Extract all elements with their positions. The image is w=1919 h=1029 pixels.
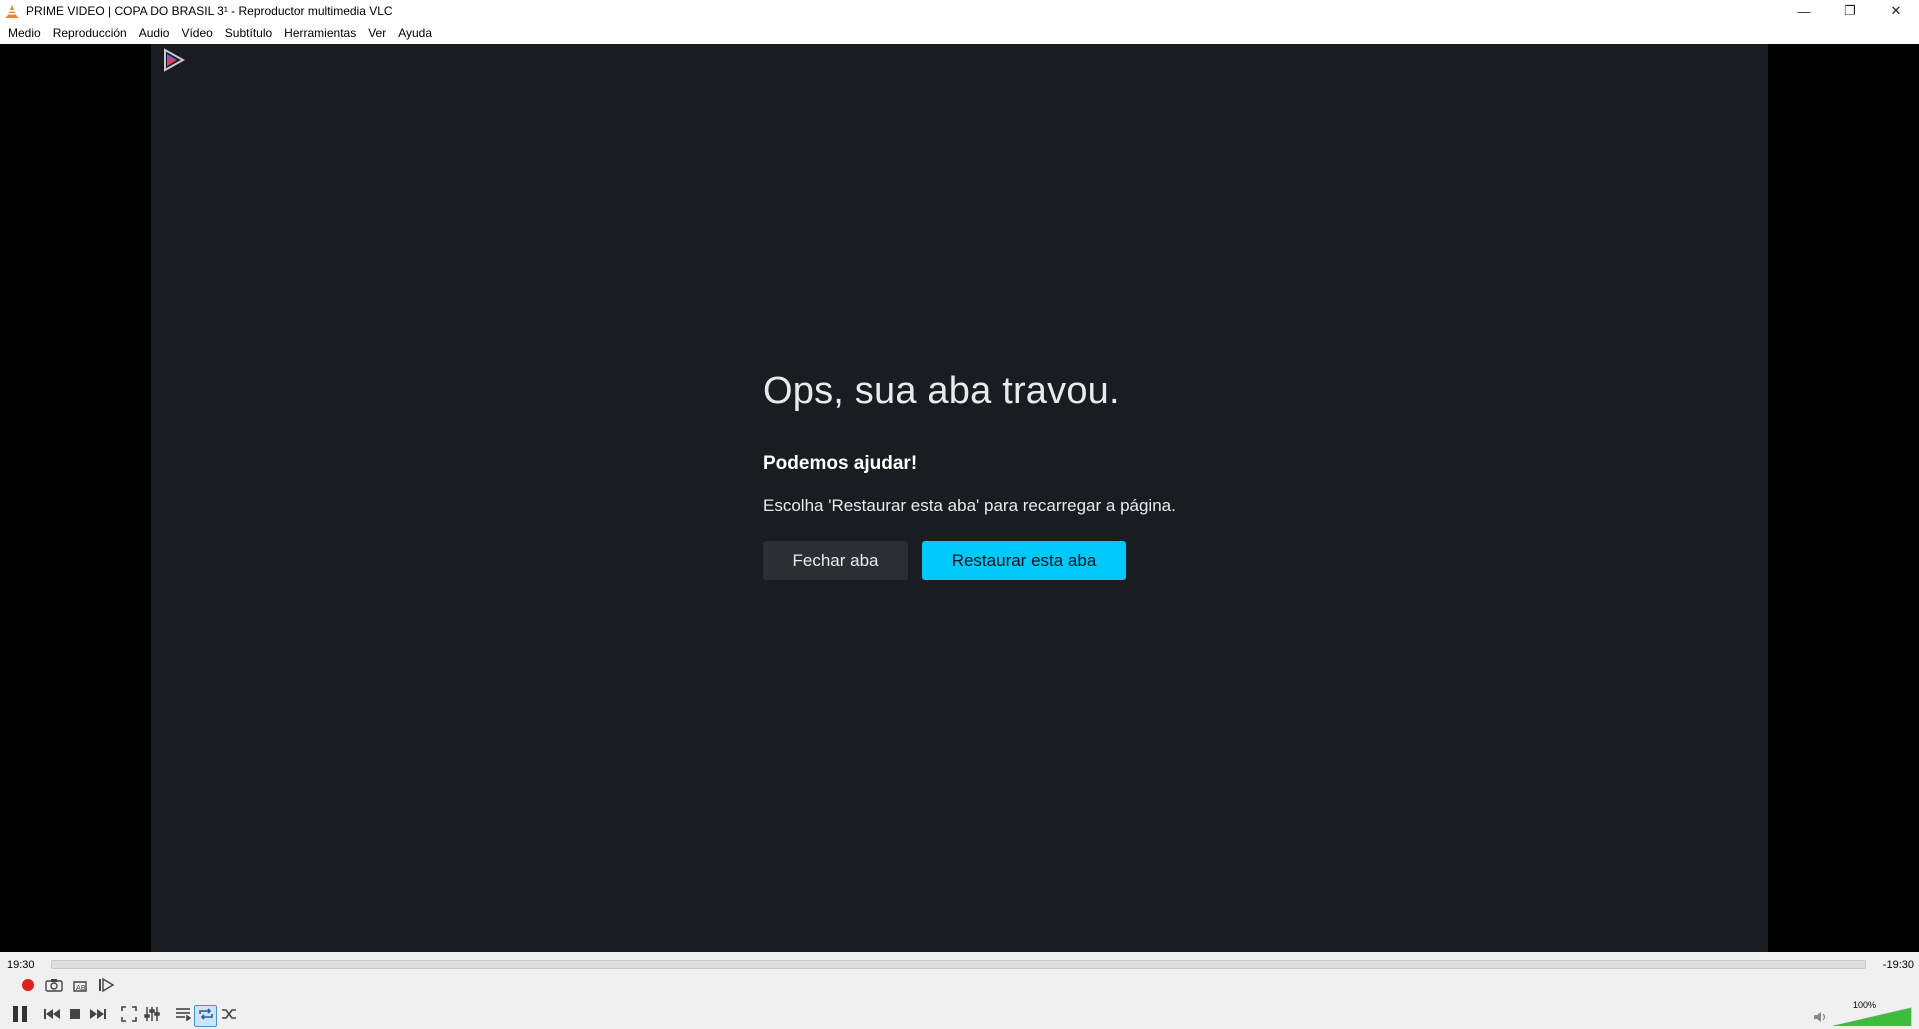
record-button[interactable] <box>16 976 39 998</box>
video-frame: Ops, sua aba travou. Podemos ajudar! Esc… <box>151 44 1768 952</box>
close-window-button[interactable]: ✕ <box>1873 0 1919 22</box>
time-remaining[interactable]: -19:30 <box>1883 959 1914 971</box>
title-bar: PRIME VIDEO | COPA DO BRASIL 3¹ - Reprod… <box>0 0 1919 22</box>
loop-ab-button[interactable]: AB <box>68 976 91 998</box>
crash-description: Escolha 'Restaurar esta aba' para recarr… <box>763 496 1176 515</box>
fullscreen-icon <box>120 1005 137 1027</box>
crash-title: Ops, sua aba travou. <box>763 370 1120 412</box>
snapshot-button[interactable] <box>42 976 65 998</box>
crash-message: Ops, sua aba travou. Podemos ajudar! Esc… <box>763 370 1323 580</box>
loop-ab-icon: AB <box>71 976 89 999</box>
maximize-button[interactable]: ❐ <box>1827 0 1873 22</box>
time-elapsed: 19:30 <box>7 959 35 971</box>
restore-tab-button[interactable]: Restaurar esta aba <box>922 541 1126 580</box>
menu-video[interactable]: Vídeo <box>175 22 218 44</box>
menu-ver[interactable]: Ver <box>362 22 392 44</box>
close-tab-button[interactable]: Fechar aba <box>763 541 908 580</box>
playlist-button[interactable] <box>171 1005 194 1027</box>
menu-audio[interactable]: Audio <box>133 22 176 44</box>
shuffle-icon <box>221 1007 237 1026</box>
pause-icon <box>11 1004 29 1029</box>
window-title: PRIME VIDEO | COPA DO BRASIL 3¹ - Reprod… <box>26 4 393 18</box>
crash-subtitle: Podemos ajudar! <box>763 453 918 474</box>
frame-step-icon <box>97 977 115 998</box>
playlist-icon <box>175 1007 191 1026</box>
player-controls: 19:30 -19:30 AB 100% <box>0 952 1919 1027</box>
video-area[interactable]: Ops, sua aba travou. Podemos ajudar! Esc… <box>0 44 1919 952</box>
prime-logo-icon <box>161 48 186 72</box>
skip-back-icon <box>43 1007 61 1025</box>
menu-medio[interactable]: Medio <box>2 22 47 44</box>
extended-settings-button[interactable] <box>140 1005 163 1027</box>
advanced-controls: AB <box>16 976 117 998</box>
menu-reproduccion[interactable]: Reproducción <box>47 22 133 44</box>
pause-button[interactable] <box>8 1004 32 1028</box>
seek-bar[interactable] <box>51 960 1866 969</box>
camera-icon <box>44 978 63 997</box>
previous-button[interactable] <box>40 1005 63 1027</box>
crash-buttons: Fechar aba Restaurar esta aba <box>763 541 1323 580</box>
vlc-cone-icon <box>4 3 20 19</box>
menu-bar: Medio Reproducción Audio Vídeo Subtítulo… <box>0 22 1919 44</box>
stop-button[interactable] <box>63 1005 86 1027</box>
svg-text:AB: AB <box>76 984 86 992</box>
window-controls: — ❐ ✕ <box>1781 0 1919 22</box>
speaker-icon <box>1813 1010 1827 1029</box>
repeat-icon <box>198 1007 214 1026</box>
menu-herramientas[interactable]: Herramientas <box>278 22 362 44</box>
shuffle-button[interactable] <box>217 1005 240 1027</box>
loop-button[interactable] <box>194 1005 217 1027</box>
menu-ayuda[interactable]: Ayuda <box>392 22 438 44</box>
skip-forward-icon <box>89 1007 107 1025</box>
next-button[interactable] <box>86 1005 109 1027</box>
frame-step-button[interactable] <box>94 976 117 998</box>
menu-subtitulo[interactable]: Subtítulo <box>219 22 278 44</box>
volume-slider[interactable]: 100% <box>1813 1000 1913 1029</box>
minimize-button[interactable]: — <box>1781 0 1827 22</box>
stop-icon <box>69 1007 81 1025</box>
equalizer-icon <box>143 1006 160 1027</box>
main-controls <box>8 1004 240 1028</box>
volume-wedge <box>1833 1007 1912 1026</box>
fullscreen-button[interactable] <box>117 1005 140 1027</box>
record-icon <box>21 978 35 997</box>
